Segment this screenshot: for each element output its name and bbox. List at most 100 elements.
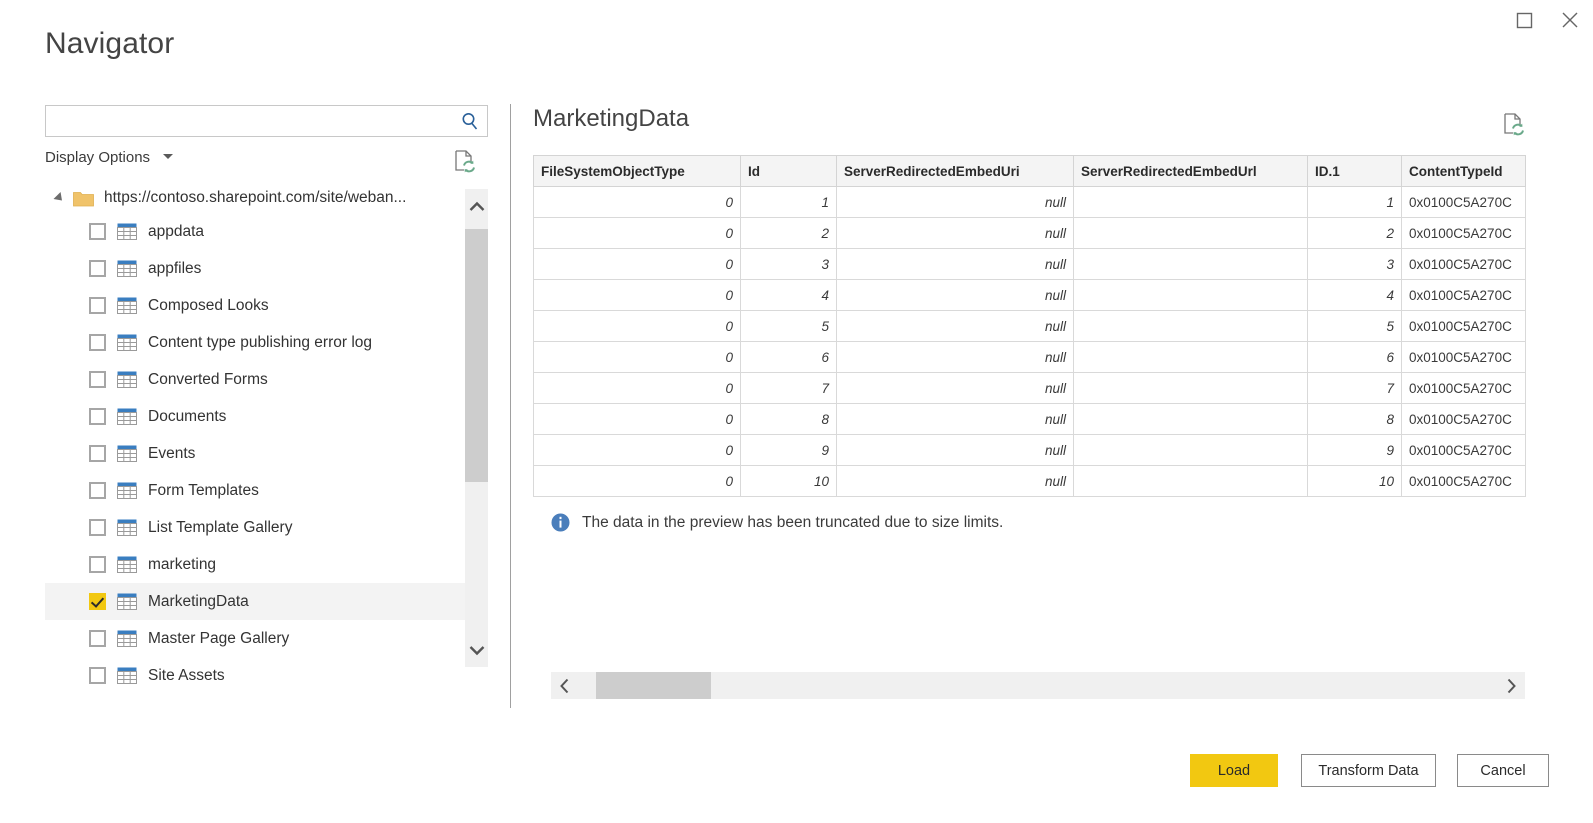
pane-divider bbox=[510, 104, 511, 708]
scroll-thumb-horizontal[interactable] bbox=[596, 672, 711, 699]
search-box[interactable] bbox=[45, 105, 488, 137]
tree-item-checkbox[interactable] bbox=[89, 260, 106, 277]
scroll-right-button[interactable] bbox=[1498, 672, 1525, 699]
folder-icon bbox=[73, 190, 94, 207]
tree-item[interactable]: appfiles bbox=[45, 250, 465, 287]
close-button[interactable] bbox=[1547, 0, 1593, 40]
tree-item[interactable]: Master Page Gallery bbox=[45, 620, 465, 657]
table-row[interactable]: 0 10 null 10 0x0100C5A270C bbox=[534, 466, 1526, 497]
left-pane: Display Options https://contoso.sharepoi… bbox=[45, 105, 490, 705]
column-header[interactable]: ServerRedirectedEmbedUrl bbox=[1074, 156, 1308, 187]
tree-item-checkbox[interactable] bbox=[89, 519, 106, 536]
column-header[interactable]: Id bbox=[741, 156, 837, 187]
table-icon bbox=[117, 334, 137, 351]
tree-item[interactable]: Form Templates bbox=[45, 472, 465, 509]
tree-item-label: Composed Looks bbox=[148, 297, 269, 315]
dialog-footer: Load Transform Data Cancel bbox=[1190, 754, 1549, 787]
tree-item-label: List Template Gallery bbox=[148, 519, 292, 537]
cancel-button[interactable]: Cancel bbox=[1457, 754, 1549, 787]
tree-item[interactable]: Events bbox=[45, 435, 465, 472]
table-cell: 0 bbox=[534, 218, 741, 249]
table-cell: null bbox=[837, 280, 1074, 311]
table-icon bbox=[117, 445, 137, 462]
chevron-down-icon[interactable] bbox=[163, 154, 173, 159]
tree-item[interactable]: Documents bbox=[45, 398, 465, 435]
column-header[interactable]: ID.1 bbox=[1308, 156, 1402, 187]
tree-item-label: Converted Forms bbox=[148, 371, 268, 389]
scroll-down-button[interactable] bbox=[465, 633, 488, 667]
tree-item-checkbox[interactable] bbox=[89, 297, 106, 314]
maximize-button[interactable] bbox=[1501, 0, 1547, 40]
tree-root-node[interactable]: https://contoso.sharepoint.com/site/weba… bbox=[45, 183, 465, 213]
tree-item-label: appfiles bbox=[148, 260, 201, 278]
table-icon bbox=[117, 371, 137, 388]
table-icon bbox=[117, 667, 137, 684]
page-title: Navigator bbox=[45, 27, 174, 61]
table-cell: 0x0100C5A270C bbox=[1402, 466, 1526, 497]
tree-item[interactable]: marketing bbox=[45, 546, 465, 583]
tree-item[interactable]: appdata bbox=[45, 213, 465, 250]
table-icon bbox=[117, 482, 137, 499]
load-button[interactable]: Load bbox=[1190, 754, 1278, 787]
tree-item-checkbox[interactable] bbox=[89, 630, 106, 647]
tree-item-checkbox[interactable] bbox=[89, 445, 106, 462]
refresh-right-button[interactable] bbox=[1501, 111, 1525, 137]
table-cell: 10 bbox=[1308, 466, 1402, 497]
scroll-left-button[interactable] bbox=[551, 672, 578, 699]
scroll-up-button[interactable] bbox=[465, 189, 488, 223]
table-row[interactable]: 0 7 null 7 0x0100C5A270C bbox=[534, 373, 1526, 404]
table-cell: 5 bbox=[741, 311, 837, 342]
tree-item-checkbox[interactable] bbox=[89, 667, 106, 684]
column-header[interactable]: FileSystemObjectType bbox=[534, 156, 741, 187]
transform-data-button[interactable]: Transform Data bbox=[1301, 754, 1436, 787]
table-cell bbox=[1074, 373, 1308, 404]
table-cell: 0 bbox=[534, 466, 741, 497]
tree-item-checkbox[interactable] bbox=[89, 482, 106, 499]
tree-vertical-scrollbar[interactable] bbox=[465, 189, 488, 667]
tree-item-checkbox[interactable] bbox=[89, 334, 106, 351]
display-options-row: Display Options bbox=[45, 149, 490, 175]
table-cell: 8 bbox=[741, 404, 837, 435]
tree-item-checkbox[interactable] bbox=[89, 371, 106, 388]
table-cell: 4 bbox=[741, 280, 837, 311]
tree-item[interactable]: List Template Gallery bbox=[45, 509, 465, 546]
table-cell: 2 bbox=[741, 218, 837, 249]
table-cell: 0 bbox=[534, 249, 741, 280]
table-cell: 0 bbox=[534, 373, 741, 404]
triangle-expanded-icon[interactable] bbox=[53, 192, 65, 204]
table-cell bbox=[1074, 218, 1308, 249]
table-cell: 7 bbox=[741, 373, 837, 404]
table-row[interactable]: 0 5 null 5 0x0100C5A270C bbox=[534, 311, 1526, 342]
tree-item[interactable]: Content type publishing error log bbox=[45, 324, 465, 361]
table-cell: null bbox=[837, 404, 1074, 435]
table-row[interactable]: 0 8 null 8 0x0100C5A270C bbox=[534, 404, 1526, 435]
tree-item[interactable]: Converted Forms bbox=[45, 361, 465, 398]
table-cell bbox=[1074, 280, 1308, 311]
tree-item-checkbox-checked[interactable] bbox=[89, 593, 106, 610]
table-row[interactable]: 0 6 null 6 0x0100C5A270C bbox=[534, 342, 1526, 373]
tree-item[interactable]: Composed Looks bbox=[45, 287, 465, 324]
scroll-thumb-vertical[interactable] bbox=[465, 229, 488, 482]
tree-item-label: MarketingData bbox=[148, 593, 249, 611]
table-row[interactable]: 0 4 null 4 0x0100C5A270C bbox=[534, 280, 1526, 311]
tree-item-label: Site Assets bbox=[148, 667, 225, 685]
refresh-left-button[interactable] bbox=[452, 148, 476, 174]
display-options-button[interactable]: Display Options bbox=[45, 149, 150, 166]
table-row[interactable]: 0 1 null 1 0x0100C5A270C bbox=[534, 187, 1526, 218]
tree-item-checkbox[interactable] bbox=[89, 556, 106, 573]
column-header[interactable]: ContentTypeId bbox=[1402, 156, 1526, 187]
tree-item-checkbox[interactable] bbox=[89, 223, 106, 240]
search-input[interactable] bbox=[46, 106, 451, 136]
preview-horizontal-scrollbar[interactable] bbox=[551, 672, 1525, 699]
table-row[interactable]: 0 3 null 3 0x0100C5A270C bbox=[534, 249, 1526, 280]
table-cell: 5 bbox=[1308, 311, 1402, 342]
tree-item[interactable]: Site Assets bbox=[45, 657, 465, 694]
info-icon bbox=[551, 513, 570, 532]
search-icon[interactable] bbox=[460, 111, 480, 131]
table-row[interactable]: 0 2 null 2 0x0100C5A270C bbox=[534, 218, 1526, 249]
column-header[interactable]: ServerRedirectedEmbedUri bbox=[837, 156, 1074, 187]
tree-item-checkbox[interactable] bbox=[89, 408, 106, 425]
tree-item-selected[interactable]: MarketingData bbox=[45, 583, 465, 620]
table-cell: 0 bbox=[534, 311, 741, 342]
table-row[interactable]: 0 9 null 9 0x0100C5A270C bbox=[534, 435, 1526, 466]
